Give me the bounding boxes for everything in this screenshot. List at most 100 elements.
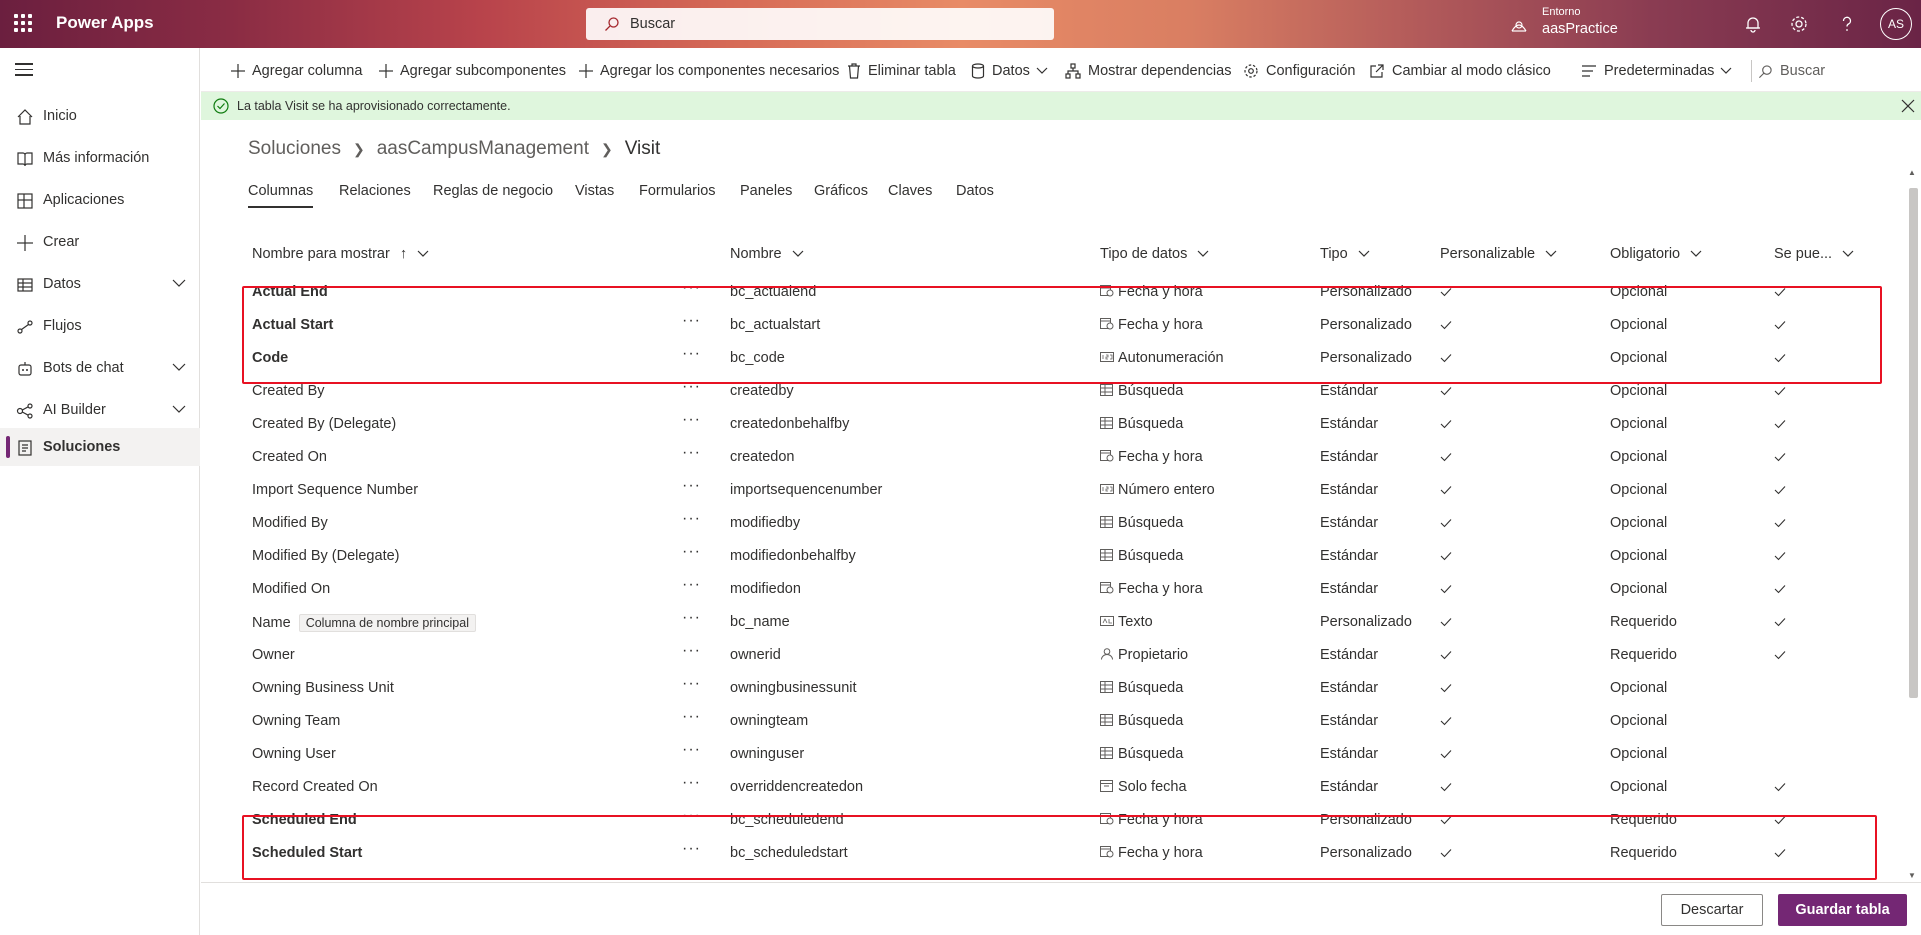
customizable-check-icon xyxy=(1440,582,1452,598)
tab-relaciones[interactable]: Relaciones xyxy=(339,183,411,199)
more-actions-icon[interactable]: ··· xyxy=(682,411,701,429)
cell-display-name[interactable]: Created On xyxy=(252,449,327,465)
settings-gear-icon[interactable] xyxy=(1788,13,1810,35)
cell-display-name[interactable]: Import Sequence Number xyxy=(252,482,418,498)
table-row[interactable]: Record Created On ··· overriddencreatedon S… xyxy=(242,771,1882,804)
notifications-icon[interactable] xyxy=(1742,13,1764,35)
table-row[interactable]: Created On ··· createdon Fecha y hora Estánd… xyxy=(242,441,1882,474)
chevron-down-icon[interactable] xyxy=(172,404,186,414)
tab-reglas-de-negocio[interactable]: Reglas de negocio xyxy=(433,183,553,199)
more-actions-icon[interactable]: ··· xyxy=(682,576,701,594)
cell-display-name[interactable]: Created By (Delegate) xyxy=(252,416,396,432)
table-row[interactable]: Created By (Delegate) ··· createdonbehalfb… xyxy=(242,408,1882,441)
cell-display-name[interactable]: Modified On xyxy=(252,581,330,597)
nav-item-datos[interactable]: Datos xyxy=(0,266,200,302)
more-actions-icon[interactable]: ··· xyxy=(682,774,701,792)
table-search-input[interactable]: Buscar xyxy=(1751,60,1825,82)
nav-item-bots-de-chat[interactable]: Bots de chat xyxy=(0,350,200,386)
chevron-down-icon xyxy=(1842,250,1854,257)
scroll-down-icon[interactable]: ▼ xyxy=(1908,871,1916,880)
global-search-input[interactable]: Buscar xyxy=(586,8,1054,40)
table-row[interactable]: Modified By (Delegate) ··· modifiedonbehal… xyxy=(242,540,1882,573)
add-required-components-button[interactable]: Agregar los componentes necesarios xyxy=(579,60,839,82)
add-column-button[interactable]: Agregar columna xyxy=(231,60,362,82)
tab-vistas[interactable]: Vistas xyxy=(575,183,614,199)
command-bar: Agregar columna Agregar subcomponentes A… xyxy=(201,48,1921,92)
app-name[interactable]: Power Apps xyxy=(56,13,154,33)
tab-paneles[interactable]: Paneles xyxy=(740,183,792,199)
add-subcomponents-button[interactable]: Agregar subcomponentes xyxy=(379,60,566,82)
cell-display-name[interactable]: Created By xyxy=(252,383,325,399)
nav-item-inicio[interactable]: Inicio xyxy=(0,98,200,134)
more-actions-icon[interactable]: ··· xyxy=(682,510,701,528)
user-avatar[interactable]: AS xyxy=(1880,8,1912,40)
more-actions-icon[interactable]: ··· xyxy=(682,708,701,726)
app-launcher-icon[interactable] xyxy=(14,14,32,32)
view-selector-button[interactable]: Predeterminadas xyxy=(1581,60,1732,82)
scrollbar-thumb[interactable] xyxy=(1909,188,1918,698)
more-actions-icon[interactable]: ··· xyxy=(682,741,701,759)
scroll-up-icon[interactable]: ▲ xyxy=(1908,168,1916,177)
header-customizable[interactable]: Personalizable xyxy=(1440,246,1557,276)
delete-table-button[interactable]: Eliminar tabla xyxy=(847,60,956,82)
breadcrumb-solution[interactable]: aasCampusManagement xyxy=(377,138,589,160)
nav-item-flujos[interactable]: Flujos xyxy=(0,308,200,344)
cell-data-type: Búsqueda xyxy=(1100,713,1183,729)
table-row[interactable]: Owning Team ··· owningteam Búsqueda Estándar… xyxy=(242,705,1882,738)
more-actions-icon[interactable]: ··· xyxy=(682,543,701,561)
cell-display-name[interactable]: Record Created On xyxy=(252,779,378,795)
cell-display-name[interactable]: Owning User xyxy=(252,746,336,762)
cell-display-name[interactable]: Owner xyxy=(252,647,295,663)
table-row[interactable]: Owning Business Unit ··· owningbusinessuni… xyxy=(242,672,1882,705)
header-type[interactable]: Tipo xyxy=(1320,246,1370,276)
show-dependencies-button[interactable]: Mostrar dependencias xyxy=(1065,60,1231,82)
vertical-scrollbar[interactable]: ▲ ▼ xyxy=(1906,168,1918,880)
header-name[interactable]: Nombre xyxy=(730,246,804,276)
header-searchable[interactable]: Se pue... xyxy=(1774,246,1854,276)
environment-picker[interactable]: Entorno aasPractice xyxy=(1510,6,1696,42)
cell-display-name[interactable]: Owning Business Unit xyxy=(252,680,394,696)
help-icon[interactable] xyxy=(1836,13,1858,35)
tab-claves[interactable]: Claves xyxy=(888,183,932,199)
table-row[interactable]: Modified By ··· modifiedby Búsqueda Estándar… xyxy=(242,507,1882,540)
tab-columnas[interactable]: Columnas xyxy=(248,183,314,208)
searchable-check-icon xyxy=(1774,450,1786,466)
cell-display-name[interactable]: Owning Team xyxy=(252,713,340,729)
tab-datos[interactable]: Datos xyxy=(956,183,994,199)
data-menu-button[interactable]: Datos xyxy=(971,60,1048,82)
nav-item-mas-informacion[interactable]: Más información xyxy=(0,140,200,176)
table-row[interactable]: Modified On ··· modifiedon Fecha y hora Está… xyxy=(242,573,1882,606)
nav-item-ai-builder[interactable]: AI Builder xyxy=(0,392,200,428)
nav-item-crear[interactable]: Crear xyxy=(0,224,200,260)
cell-display-name[interactable]: Modified By xyxy=(252,515,328,531)
trash-icon xyxy=(848,63,860,79)
discard-button[interactable]: Descartar xyxy=(1661,894,1763,926)
cell-display-name[interactable]: Name Columna de nombre principal xyxy=(252,614,476,632)
hamburger-menu-icon[interactable] xyxy=(15,63,33,77)
more-actions-icon[interactable]: ··· xyxy=(682,609,701,627)
table-row[interactable]: Owning User ··· owninguser Búsqueda Estándar… xyxy=(242,738,1882,771)
header-data-type[interactable]: Tipo de datos xyxy=(1100,246,1209,276)
chevron-down-icon[interactable] xyxy=(172,278,186,288)
close-icon[interactable] xyxy=(1901,99,1915,113)
save-table-button[interactable]: Guardar tabla xyxy=(1778,894,1907,926)
header-required[interactable]: Obligatorio xyxy=(1610,246,1702,276)
chevron-down-icon[interactable] xyxy=(172,362,186,372)
tab-formularios[interactable]: Formularios xyxy=(639,183,716,199)
settings-button[interactable]: Configuración xyxy=(1243,60,1355,82)
nav-item-aplicaciones[interactable]: Aplicaciones xyxy=(0,182,200,218)
more-actions-icon[interactable]: ··· xyxy=(682,675,701,693)
cell-display-name[interactable]: Modified By (Delegate) xyxy=(252,548,400,564)
tab-graficos[interactable]: Gráficos xyxy=(814,183,868,199)
switch-classic-button[interactable]: Cambiar al modo clásico xyxy=(1369,60,1551,82)
more-actions-icon[interactable]: ··· xyxy=(682,477,701,495)
more-actions-icon[interactable]: ··· xyxy=(682,642,701,660)
breadcrumb-soluciones[interactable]: Soluciones xyxy=(248,138,341,160)
table-row[interactable]: Import Sequence Number ··· importsequencen… xyxy=(242,474,1882,507)
nav-item-soluciones[interactable]: Soluciones xyxy=(0,428,200,466)
table-row[interactable]: Name Columna de nombre principal ··· bc_nam… xyxy=(242,606,1882,639)
success-message-text: La tabla Visit se ha aprovisionado corre… xyxy=(237,99,511,113)
more-actions-icon[interactable]: ··· xyxy=(682,444,701,462)
header-display-name[interactable]: Nombre para mostrar ↑ xyxy=(252,246,429,276)
table-row[interactable]: Owner ··· ownerid Propietario Estándar Requer… xyxy=(242,639,1882,672)
